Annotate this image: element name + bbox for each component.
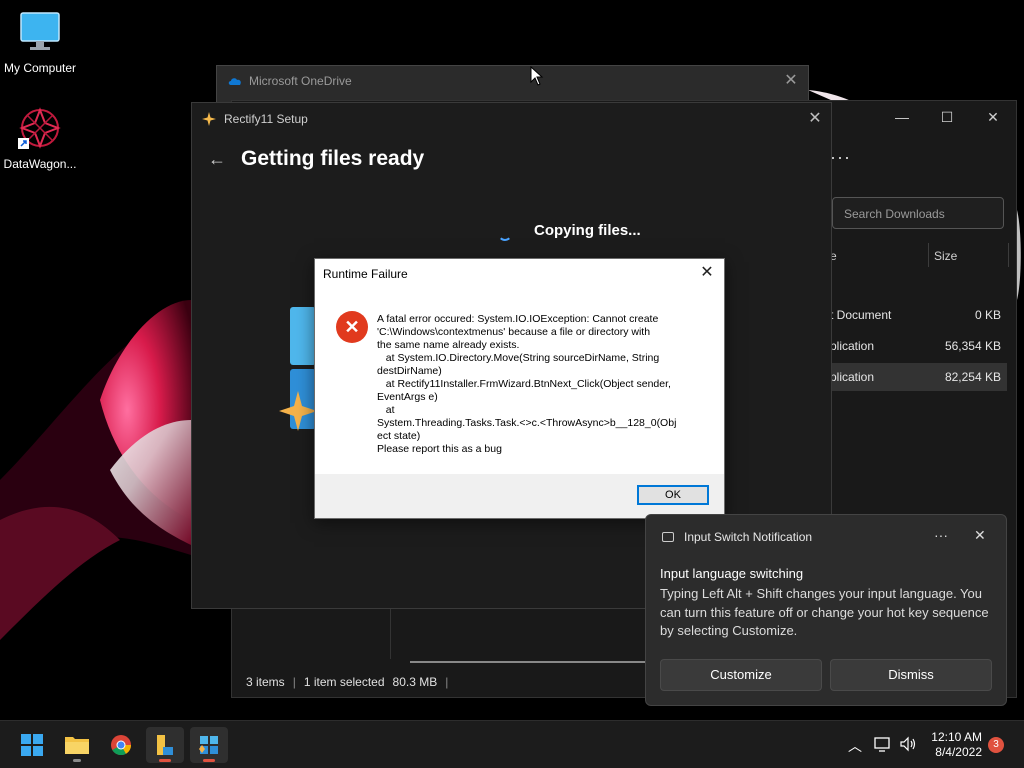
column-divider <box>1008 243 1009 267</box>
selection-info: 1 item selected <box>303 675 385 689</box>
notification-heading: Input language switching <box>660 566 804 581</box>
loading-spinner-icon <box>498 227 512 241</box>
desktop-icon-datawagon[interactable]: DataWagon... <box>0 106 80 171</box>
notification-toast[interactable]: Input Switch Notification ··· ✕ Input la… <box>645 514 1007 706</box>
folder-download-icon <box>157 735 173 755</box>
chrome-taskbar-button[interactable] <box>102 727 140 763</box>
mouse-cursor-icon <box>530 66 544 86</box>
start-button[interactable] <box>13 727 51 763</box>
notification-count-badge[interactable]: 3 <box>988 737 1004 753</box>
onedrive-titlebar[interactable]: Microsoft OneDrive <box>217 66 808 96</box>
notification-app-name: Input Switch Notification <box>684 530 813 544</box>
rectify11-setup-taskbar-button[interactable] <box>190 727 228 763</box>
file-row[interactable]: plication 56,354 KB <box>822 332 1007 360</box>
horizontal-scrollbar[interactable] <box>410 661 650 663</box>
file-explorer-taskbar-button[interactable] <box>58 727 96 763</box>
setup-close-button[interactable]: ✕ <box>805 109 825 129</box>
maximize-button[interactable]: ☐ <box>932 107 962 127</box>
runtime-failure-dialog[interactable]: Runtime Failure ✕ ✕ A fatal error occure… <box>314 258 725 519</box>
dismiss-button[interactable]: Dismiss <box>830 659 992 691</box>
volume-icon[interactable] <box>899 736 917 752</box>
onedrive-close-button[interactable]: ✕ <box>782 72 800 90</box>
more-options-icon[interactable]: ··· <box>830 147 851 168</box>
desktop-icon-label: DataWagon... <box>3 157 77 171</box>
dialog-close-button[interactable]: ✕ <box>696 263 718 283</box>
file-size: 0 KB <box>974 308 1001 322</box>
datawagon-logo-icon <box>18 107 61 149</box>
file-size: 56,354 KB <box>944 339 1001 353</box>
desktop-icon-label: My Computer <box>3 61 77 75</box>
sparkle-icon <box>202 112 216 126</box>
close-icon[interactable]: ✕ <box>974 527 986 544</box>
ok-button[interactable]: OK <box>637 485 709 505</box>
column-header-size[interactable]: Size <box>934 249 957 263</box>
clock[interactable]: 12:10 AM 8/4/2022 <box>924 730 982 760</box>
explorer-downloads-taskbar-button[interactable] <box>146 727 184 763</box>
selection-size: 80.3 MB <box>392 675 438 689</box>
page-title: Getting files ready <box>241 147 425 170</box>
notification-body: Typing Left Alt + Shift changes your inp… <box>660 586 989 638</box>
error-message: A fatal error occured: System.IO.IOExcep… <box>377 313 677 455</box>
chrome-icon <box>111 735 132 756</box>
setup-title: Rectify11 Setup <box>224 112 308 126</box>
customize-button[interactable]: Customize <box>660 659 822 691</box>
network-icon[interactable] <box>874 736 892 752</box>
more-options-icon[interactable]: ··· <box>934 527 948 543</box>
close-button[interactable]: ✕ <box>978 107 1008 127</box>
search-downloads-input[interactable]: Search Downloads <box>832 197 1004 229</box>
error-icon: ✕ <box>336 311 368 343</box>
progress-text: Copying files... <box>534 222 641 239</box>
dialog-footer: OK <box>315 474 724 518</box>
time: 12:10 AM <box>931 730 982 744</box>
back-arrow-icon[interactable]: ← <box>208 149 226 170</box>
file-name: plication <box>830 339 875 353</box>
file-row-selected[interactable]: plication 82,254 KB <box>822 363 1007 391</box>
monitor-icon <box>20 12 60 50</box>
setup-titlebar[interactable]: Rectify11 Setup <box>192 103 831 135</box>
windows-logo-icon <box>21 734 43 756</box>
dialog-title: Runtime Failure <box>323 267 408 281</box>
file-name: t Document <box>830 308 892 322</box>
setup-app-icon <box>199 736 218 754</box>
keyboard-icon <box>662 532 674 542</box>
minimize-button[interactable]: — <box>887 107 917 127</box>
show-hidden-icons-chevron-icon[interactable]: ︿ <box>848 736 862 756</box>
onedrive-window[interactable]: Microsoft OneDrive ✕ <box>216 65 809 105</box>
file-name: plication <box>830 370 875 384</box>
file-size: 82,254 KB <box>944 370 1001 384</box>
status-bar: 3 items | 1 item selected 80.3 MB | <box>246 675 449 689</box>
file-row[interactable]: t Document 0 KB <box>822 301 1007 329</box>
taskbar: ︿ 12:10 AM 8/4/2022 3 <box>0 720 1024 768</box>
desktop-icon-my-computer[interactable]: My Computer <box>0 10 80 75</box>
onedrive-title: Microsoft OneDrive <box>249 74 352 88</box>
item-count: 3 items <box>246 675 285 689</box>
date: 8/4/2022 <box>935 745 982 759</box>
onedrive-cloud-icon <box>228 78 241 85</box>
folder-icon <box>65 737 89 754</box>
column-divider <box>928 243 929 267</box>
